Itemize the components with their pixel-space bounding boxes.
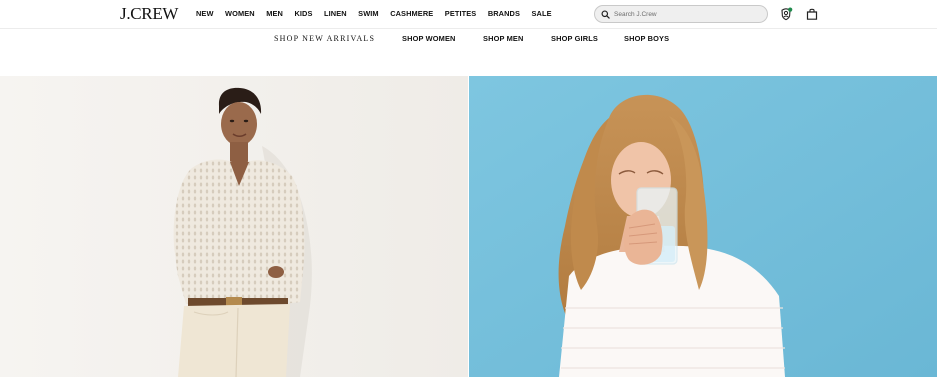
jcrew-logo[interactable]: J.CREW xyxy=(120,5,178,23)
nav-petites[interactable]: PETITES xyxy=(445,9,477,19)
bag-icon[interactable] xyxy=(805,7,819,21)
site-header: J.CREW NEW WOMEN MEN KIDS LINEN SWIM CAS… xyxy=(0,0,937,29)
shop-new-arrivals-link[interactable]: SHOP NEW ARRIVALS xyxy=(274,33,375,44)
shop-boys-link[interactable]: SHOP BOYS xyxy=(624,33,669,44)
nav-brands[interactable]: BRANDS xyxy=(488,9,520,19)
nav-cashmere[interactable]: CASHMERE xyxy=(390,9,433,19)
nav-new[interactable]: NEW xyxy=(196,9,214,19)
shop-subnav: SHOP NEW ARRIVALS SHOP WOMEN SHOP MEN SH… xyxy=(0,33,937,45)
nav-kids[interactable]: KIDS xyxy=(294,9,312,19)
shop-women-link[interactable]: SHOP WOMEN xyxy=(402,33,456,44)
shop-men-link[interactable]: SHOP MEN xyxy=(483,33,524,44)
woman-sweater-illustration xyxy=(0,76,468,377)
search-icon xyxy=(601,9,611,19)
nav-swim[interactable]: SWIM xyxy=(358,9,379,19)
nav-linen[interactable]: LINEN xyxy=(324,9,347,19)
nav-women[interactable]: WOMEN xyxy=(225,9,255,19)
nav-men[interactable]: MEN xyxy=(266,9,283,19)
woman-drinking-illustration xyxy=(469,76,937,377)
shop-girls-link[interactable]: SHOP GIRLS xyxy=(551,33,598,44)
account-icon[interactable] xyxy=(779,7,793,21)
main-nav: NEW WOMEN MEN KIDS LINEN SWIM CASHMERE P… xyxy=(196,9,563,19)
search-input[interactable] xyxy=(614,10,754,18)
search-bar[interactable] xyxy=(594,5,768,23)
hero-left-image[interactable] xyxy=(0,76,468,377)
nav-sale[interactable]: SALE xyxy=(532,9,552,19)
hero-right-image[interactable] xyxy=(469,76,937,377)
